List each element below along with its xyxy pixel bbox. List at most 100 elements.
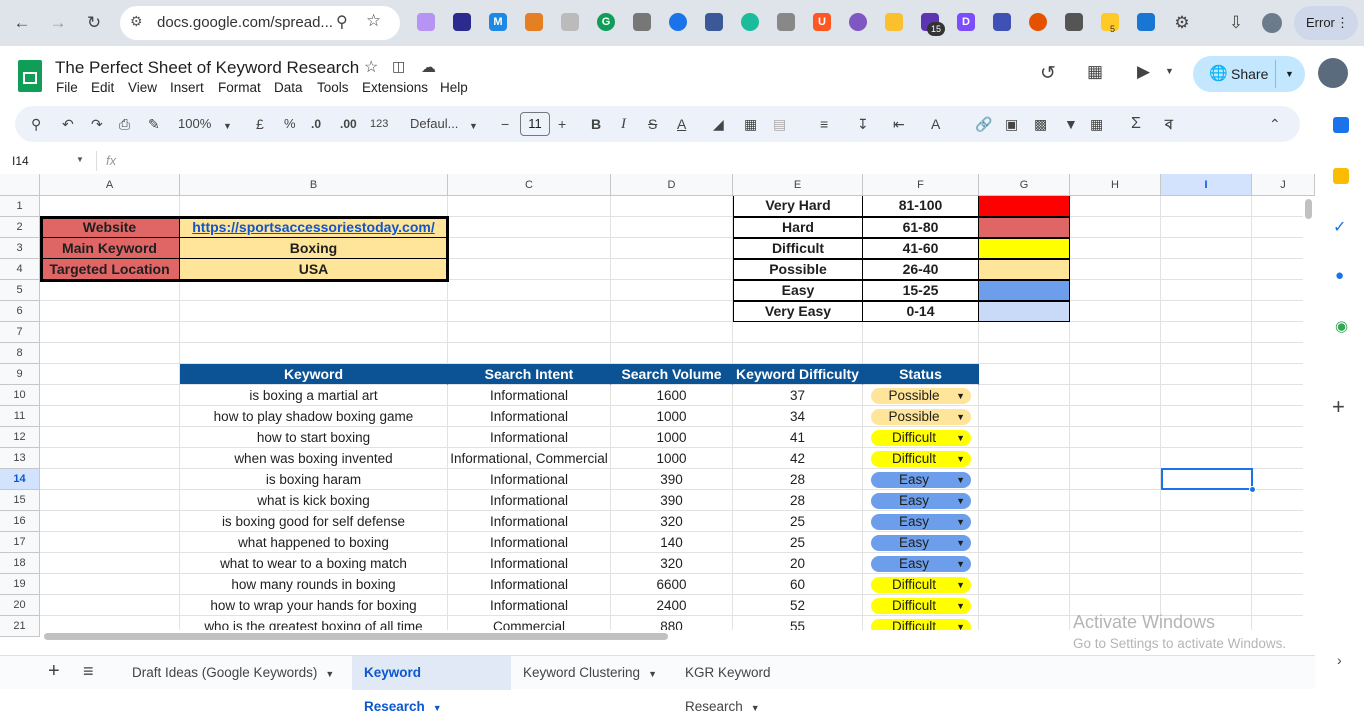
- star-icon[interactable]: ☆: [364, 57, 378, 77]
- extensions-puzzle-icon[interactable]: ⚙: [1168, 9, 1196, 37]
- spreadsheet-grid[interactable]: A B C D E F G H I J 1 2 3 4 5 6 7 8 9 10 11 12 13 14 15 16 17 18 19 2…: [0, 174, 1315, 642]
- name-box-dropdown-icon[interactable]: ▼: [76, 155, 84, 164]
- row-header[interactable]: 20: [0, 595, 40, 616]
- decrease-font-size-icon[interactable]: −: [501, 115, 509, 133]
- status-dropdown-chip[interactable]: Difficult ▼: [871, 451, 971, 467]
- grid-cell[interactable]: [1161, 343, 1252, 364]
- column-header-i[interactable]: I: [1161, 174, 1252, 196]
- paint-format-icon[interactable]: ✎: [148, 115, 160, 133]
- row-header[interactable]: 16: [0, 511, 40, 532]
- menu-tools[interactable]: Tools: [317, 80, 349, 95]
- maps-icon[interactable]: ◉: [1335, 317, 1348, 335]
- redo-icon[interactable]: ↷: [91, 115, 103, 133]
- grid-cell[interactable]: [611, 217, 733, 238]
- bookmark-star-icon[interactable]: ☆: [366, 11, 381, 31]
- sheet-tab-dropdown-icon[interactable]: ▼: [648, 669, 657, 679]
- row-header[interactable]: 12: [0, 427, 40, 448]
- grid-cell[interactable]: [40, 322, 180, 343]
- grid-cell[interactable]: [1070, 490, 1161, 511]
- grid-cell[interactable]: [979, 511, 1070, 532]
- grid-cell[interactable]: [611, 301, 733, 322]
- insert-comment-icon[interactable]: ▣: [1005, 115, 1018, 133]
- grid-cell[interactable]: [1070, 448, 1161, 469]
- back-icon[interactable]: ←: [8, 9, 36, 37]
- add-sheet-icon[interactable]: +: [48, 660, 60, 683]
- grid-cell[interactable]: [611, 280, 733, 301]
- grid-cell[interactable]: [979, 574, 1070, 595]
- italic-icon[interactable]: I: [621, 115, 626, 133]
- row-header[interactable]: 19: [0, 574, 40, 595]
- status-dropdown-chip[interactable]: Easy ▼: [871, 514, 971, 530]
- sheet-tab[interactable]: Draft Ideas (Google Keywords) ▼: [120, 656, 352, 690]
- comments-icon[interactable]: ▦: [1087, 62, 1103, 82]
- grid-cell[interactable]: [448, 343, 611, 364]
- grid-cell[interactable]: [1070, 217, 1161, 238]
- grid-cell[interactable]: [40, 553, 180, 574]
- column-header-g[interactable]: G: [979, 174, 1070, 196]
- strikethrough-icon[interactable]: S: [648, 115, 657, 133]
- grid-cell[interactable]: [1070, 427, 1161, 448]
- zoom-select[interactable]: 100%: [178, 115, 211, 133]
- menu-insert[interactable]: Insert: [170, 80, 204, 95]
- horizontal-align-icon[interactable]: ≡: [820, 115, 828, 133]
- font-dropdown-icon[interactable]: ▼: [469, 117, 478, 135]
- extension-icon[interactable]: G: [597, 13, 615, 31]
- extension-icon[interactable]: [849, 13, 867, 31]
- text-wrapping-icon[interactable]: ⇤: [893, 115, 905, 133]
- grid-cell[interactable]: [1161, 196, 1252, 217]
- extension-icon[interactable]: [633, 13, 651, 31]
- increase-decimal-button[interactable]: .00: [340, 115, 357, 133]
- collapse-menus-icon[interactable]: ⌃: [1269, 115, 1281, 133]
- grid-cell[interactable]: [180, 343, 448, 364]
- document-title[interactable]: The Perfect Sheet of Keyword Research: [55, 58, 359, 78]
- grid-cell[interactable]: [40, 469, 180, 490]
- menu-file[interactable]: File: [56, 80, 78, 95]
- borders-icon[interactable]: ▦: [744, 115, 757, 133]
- sheets-logo-icon[interactable]: [18, 60, 42, 92]
- vertical-scrollbar[interactable]: [1303, 196, 1315, 642]
- grid-cell[interactable]: [863, 322, 979, 343]
- text-color-icon[interactable]: A: [677, 115, 686, 133]
- row-header[interactable]: 7: [0, 322, 40, 343]
- meet-dropdown-icon[interactable]: ▼: [1165, 66, 1174, 76]
- grid-cell[interactable]: [40, 280, 180, 301]
- increase-font-size-icon[interactable]: +: [558, 115, 566, 133]
- grid-cell[interactable]: [40, 490, 180, 511]
- grid-cell[interactable]: [448, 280, 611, 301]
- grid-cell[interactable]: [1161, 280, 1252, 301]
- extension-icon[interactable]: [705, 13, 723, 31]
- row-header[interactable]: 1: [0, 196, 40, 217]
- grid-cell[interactable]: [40, 595, 180, 616]
- get-addons-icon[interactable]: +: [1332, 394, 1345, 420]
- show-side-panel-icon[interactable]: ›: [1337, 652, 1342, 668]
- row-header[interactable]: 6: [0, 301, 40, 322]
- grid-cell[interactable]: [979, 322, 1070, 343]
- grid-cell[interactable]: [1070, 574, 1161, 595]
- column-header-b[interactable]: B: [180, 174, 448, 196]
- status-dropdown-chip[interactable]: Easy ▼: [871, 556, 971, 572]
- extension-icon[interactable]: [777, 13, 795, 31]
- account-avatar[interactable]: [1318, 58, 1348, 88]
- grid-cell[interactable]: [40, 532, 180, 553]
- column-header-d[interactable]: D: [611, 174, 733, 196]
- font-select[interactable]: Defaul...: [410, 115, 458, 133]
- tasks-icon[interactable]: ✓: [1333, 217, 1346, 237]
- grid-cell[interactable]: [1161, 511, 1252, 532]
- grid-cell[interactable]: [40, 427, 180, 448]
- grid-cell[interactable]: [180, 322, 448, 343]
- filter-icon[interactable]: ▼: [1064, 115, 1078, 133]
- grid-cell[interactable]: [611, 238, 733, 259]
- grid-cell[interactable]: [1161, 406, 1252, 427]
- sheet-tab[interactable]: Keyword Research ▼: [352, 656, 511, 714]
- row-header[interactable]: 14: [0, 469, 40, 490]
- grid-cell[interactable]: [180, 301, 448, 322]
- error-button[interactable]: Error ⋮: [1294, 6, 1358, 40]
- extension-icon[interactable]: [1029, 13, 1047, 31]
- grid-cell[interactable]: [448, 196, 611, 217]
- row-header[interactable]: 17: [0, 532, 40, 553]
- grid-cell[interactable]: [1161, 259, 1252, 280]
- grid-cell[interactable]: [448, 301, 611, 322]
- row-header[interactable]: 5: [0, 280, 40, 301]
- fill-color-icon[interactable]: ◢: [713, 115, 724, 133]
- menu-edit[interactable]: Edit: [91, 80, 114, 95]
